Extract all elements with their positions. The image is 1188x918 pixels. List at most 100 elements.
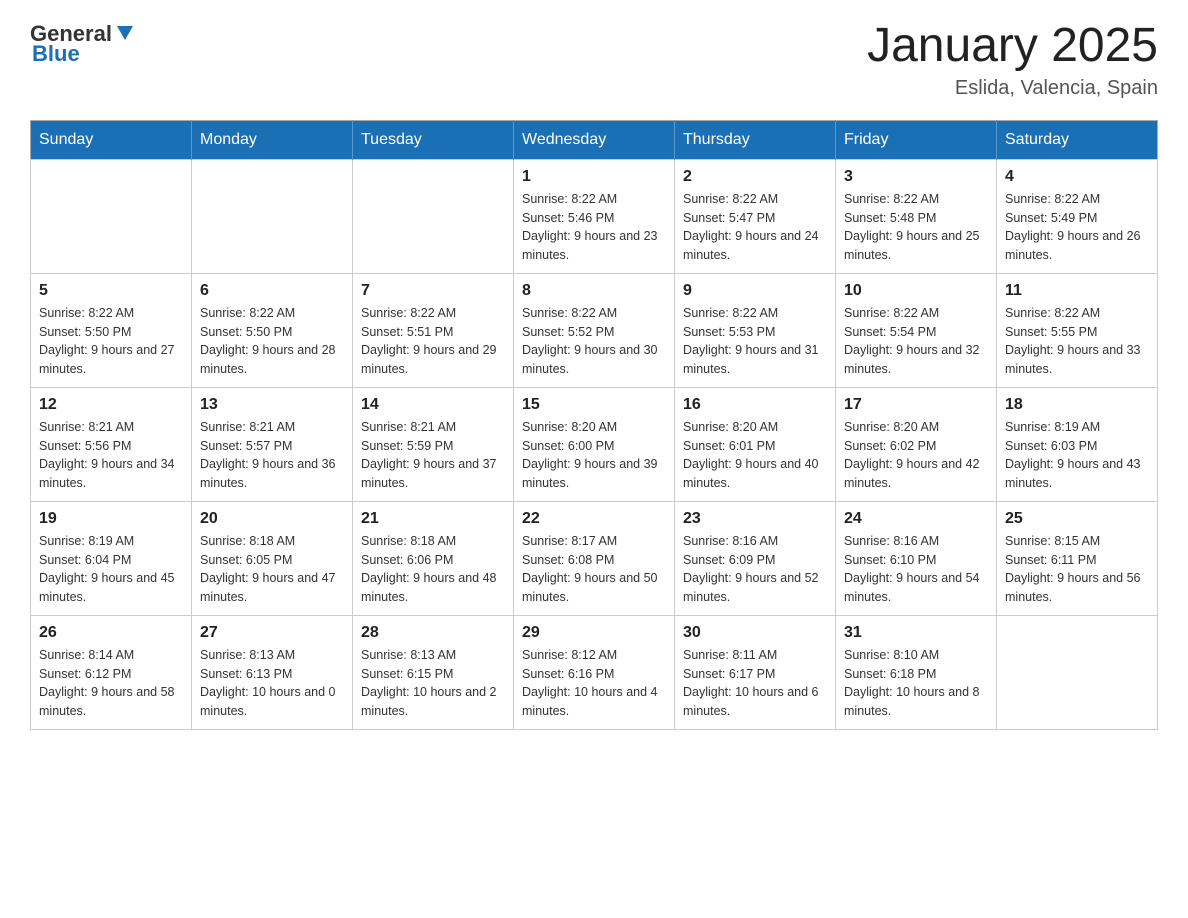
- day-info: Sunrise: 8:14 AMSunset: 6:12 PMDaylight:…: [39, 646, 183, 721]
- day-info: Sunrise: 8:22 AMSunset: 5:52 PMDaylight:…: [522, 304, 666, 379]
- calendar-cell: 12Sunrise: 8:21 AMSunset: 5:56 PMDayligh…: [31, 387, 192, 501]
- day-info: Sunrise: 8:22 AMSunset: 5:50 PMDaylight:…: [39, 304, 183, 379]
- day-number: 6: [200, 282, 344, 300]
- calendar-header-tuesday: Tuesday: [353, 120, 514, 159]
- day-number: 15: [522, 396, 666, 414]
- day-number: 22: [522, 510, 666, 528]
- day-number: 5: [39, 282, 183, 300]
- calendar-cell: 24 Sunrise: 8:16 AMSunset: 6:10 PMDayligh…: [836, 501, 997, 615]
- day-number: 8: [522, 282, 666, 300]
- day-info: Sunrise: 8:20 AMSunset: 6:01 PMDaylight:…: [683, 418, 827, 493]
- day-info: Sunrise: 8:22 AMSunset: 5:55 PMDaylight:…: [1005, 304, 1149, 379]
- day-info: Sunrise: 8:18 AMSunset: 6:05 PMDaylight:…: [200, 532, 344, 607]
- calendar-cell: 30 Sunrise: 8:11 AMSunset: 6:17 PMDayligh…: [675, 615, 836, 729]
- calendar-cell: 13Sunrise: 8:21 AMSunset: 5:57 PMDayligh…: [192, 387, 353, 501]
- calendar-cell: 7 Sunrise: 8:22 AMSunset: 5:51 PMDaylight…: [353, 273, 514, 387]
- day-number: 11: [1005, 282, 1149, 300]
- day-number: 25: [1005, 510, 1149, 528]
- day-info: Sunrise: 8:11 AMSunset: 6:17 PMDaylight:…: [683, 646, 827, 721]
- day-info: Sunrise: 8:13 AMSunset: 6:15 PMDaylight:…: [361, 646, 505, 721]
- day-number: 16: [683, 396, 827, 414]
- day-number: 12: [39, 396, 183, 414]
- day-info: Sunrise: 8:10 AMSunset: 6:18 PMDaylight:…: [844, 646, 988, 721]
- calendar-cell: 10 Sunrise: 8:22 AMSunset: 5:54 PMDayligh…: [836, 273, 997, 387]
- calendar-header-sunday: Sunday: [31, 120, 192, 159]
- calendar-cell: [192, 159, 353, 273]
- calendar-cell: [31, 159, 192, 273]
- calendar-cell: [997, 615, 1158, 729]
- day-number: 10: [844, 282, 988, 300]
- calendar-cell: 22Sunrise: 8:17 AMSunset: 6:08 PMDayligh…: [514, 501, 675, 615]
- day-number: 27: [200, 624, 344, 642]
- day-number: 9: [683, 282, 827, 300]
- day-info: Sunrise: 8:16 AMSunset: 6:09 PMDaylight:…: [683, 532, 827, 607]
- day-info: Sunrise: 8:16 AMSunset: 6:10 PMDaylight:…: [844, 532, 988, 607]
- day-info: Sunrise: 8:22 AMSunset: 5:53 PMDaylight:…: [683, 304, 827, 379]
- calendar-header-row: SundayMondayTuesdayWednesdayThursdayFrid…: [31, 120, 1158, 159]
- day-info: Sunrise: 8:22 AMSunset: 5:51 PMDaylight:…: [361, 304, 505, 379]
- day-number: 26: [39, 624, 183, 642]
- day-info: Sunrise: 8:12 AMSunset: 6:16 PMDaylight:…: [522, 646, 666, 721]
- calendar-cell: [353, 159, 514, 273]
- day-number: 1: [522, 168, 666, 186]
- calendar-cell: 21 Sunrise: 8:18 AMSunset: 6:06 PMDayligh…: [353, 501, 514, 615]
- day-info: Sunrise: 8:20 AMSunset: 6:00 PMDaylight:…: [522, 418, 666, 493]
- calendar-cell: 3 Sunrise: 8:22 AMSunset: 5:48 PMDaylight…: [836, 159, 997, 273]
- calendar-cell: 17Sunrise: 8:20 AMSunset: 6:02 PMDayligh…: [836, 387, 997, 501]
- calendar-header-saturday: Saturday: [997, 120, 1158, 159]
- day-number: 20: [200, 510, 344, 528]
- calendar-cell: 14Sunrise: 8:21 AMSunset: 5:59 PMDayligh…: [353, 387, 514, 501]
- calendar-cell: 18 Sunrise: 8:19 AMSunset: 6:03 PMDayligh…: [997, 387, 1158, 501]
- day-info: Sunrise: 8:22 AMSunset: 5:54 PMDaylight:…: [844, 304, 988, 379]
- calendar-cell: 27 Sunrise: 8:13 AMSunset: 6:13 PMDayligh…: [192, 615, 353, 729]
- day-number: 31: [844, 624, 988, 642]
- calendar-cell: 28Sunrise: 8:13 AMSunset: 6:15 PMDayligh…: [353, 615, 514, 729]
- calendar-header-monday: Monday: [192, 120, 353, 159]
- day-info: Sunrise: 8:15 AMSunset: 6:11 PMDaylight:…: [1005, 532, 1149, 607]
- calendar-cell: 15 Sunrise: 8:20 AMSunset: 6:00 PMDayligh…: [514, 387, 675, 501]
- day-info: Sunrise: 8:22 AMSunset: 5:50 PMDaylight:…: [200, 304, 344, 379]
- day-number: 18: [1005, 396, 1149, 414]
- day-info: Sunrise: 8:18 AMSunset: 6:06 PMDaylight:…: [361, 532, 505, 607]
- logo-blue-text: Blue: [32, 41, 80, 67]
- day-info: Sunrise: 8:22 AMSunset: 5:46 PMDaylight:…: [522, 190, 666, 265]
- day-number: 7: [361, 282, 505, 300]
- day-number: 30: [683, 624, 827, 642]
- day-number: 24: [844, 510, 988, 528]
- calendar-cell: 26 Sunrise: 8:14 AMSunset: 6:12 PMDayligh…: [31, 615, 192, 729]
- calendar-week-row: 12Sunrise: 8:21 AMSunset: 5:56 PMDayligh…: [31, 387, 1158, 501]
- day-number: 23: [683, 510, 827, 528]
- calendar-header-thursday: Thursday: [675, 120, 836, 159]
- calendar-cell: 1 Sunrise: 8:22 AMSunset: 5:46 PMDaylight…: [514, 159, 675, 273]
- day-number: 4: [1005, 168, 1149, 186]
- day-info: Sunrise: 8:20 AMSunset: 6:02 PMDaylight:…: [844, 418, 988, 493]
- calendar-week-row: 26 Sunrise: 8:14 AMSunset: 6:12 PMDayligh…: [31, 615, 1158, 729]
- month-title: January 2025: [867, 20, 1158, 73]
- day-info: Sunrise: 8:22 AMSunset: 5:47 PMDaylight:…: [683, 190, 827, 265]
- calendar-cell: 6 Sunrise: 8:22 AMSunset: 5:50 PMDaylight…: [192, 273, 353, 387]
- day-info: Sunrise: 8:13 AMSunset: 6:13 PMDaylight:…: [200, 646, 344, 721]
- calendar-cell: 11 Sunrise: 8:22 AMSunset: 5:55 PMDayligh…: [997, 273, 1158, 387]
- calendar-cell: 8 Sunrise: 8:22 AMSunset: 5:52 PMDaylight…: [514, 273, 675, 387]
- logo: General Blue: [30, 20, 135, 67]
- day-info: Sunrise: 8:19 AMSunset: 6:04 PMDaylight:…: [39, 532, 183, 607]
- day-number: 19: [39, 510, 183, 528]
- day-number: 21: [361, 510, 505, 528]
- calendar-cell: 29Sunrise: 8:12 AMSunset: 6:16 PMDayligh…: [514, 615, 675, 729]
- calendar-cell: 4Sunrise: 8:22 AMSunset: 5:49 PMDaylight…: [997, 159, 1158, 273]
- day-info: Sunrise: 8:19 AMSunset: 6:03 PMDaylight:…: [1005, 418, 1149, 493]
- calendar-cell: 19 Sunrise: 8:19 AMSunset: 6:04 PMDayligh…: [31, 501, 192, 615]
- calendar-cell: 5 Sunrise: 8:22 AMSunset: 5:50 PMDaylight…: [31, 273, 192, 387]
- calendar-header-friday: Friday: [836, 120, 997, 159]
- day-info: Sunrise: 8:21 AMSunset: 5:57 PMDaylight:…: [200, 418, 344, 493]
- day-number: 14: [361, 396, 505, 414]
- calendar-cell: 31 Sunrise: 8:10 AMSunset: 6:18 PMDayligh…: [836, 615, 997, 729]
- calendar-header-wednesday: Wednesday: [514, 120, 675, 159]
- calendar-table: SundayMondayTuesdayWednesdayThursdayFrid…: [30, 120, 1158, 730]
- calendar-cell: 25 Sunrise: 8:15 AMSunset: 6:11 PMDayligh…: [997, 501, 1158, 615]
- calendar-week-row: 19 Sunrise: 8:19 AMSunset: 6:04 PMDayligh…: [31, 501, 1158, 615]
- location-text: Eslida, Valencia, Spain: [867, 77, 1158, 100]
- calendar-cell: 2Sunrise: 8:22 AMSunset: 5:47 PMDaylight…: [675, 159, 836, 273]
- day-number: 3: [844, 168, 988, 186]
- day-info: Sunrise: 8:22 AMSunset: 5:48 PMDaylight:…: [844, 190, 988, 265]
